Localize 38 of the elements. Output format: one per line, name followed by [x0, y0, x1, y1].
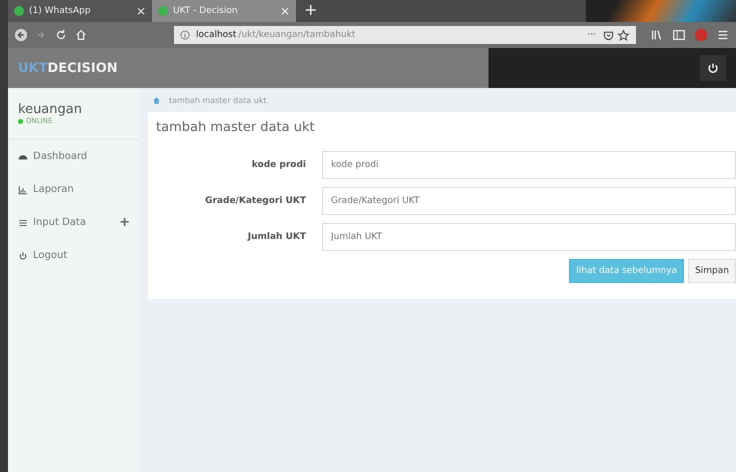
reload-icon[interactable] — [54, 28, 68, 42]
browser-tab[interactable]: (1) WhatsApp × — [8, 0, 152, 22]
close-tab-button[interactable]: × — [280, 4, 290, 18]
new-tab-button[interactable]: + — [296, 0, 326, 22]
library-icon[interactable] — [650, 28, 664, 42]
power-icon[interactable] — [700, 55, 726, 81]
address-bar[interactable]: localhost /ukt/keuangan/tambahukt ··· — [174, 26, 636, 44]
save-button[interactable]: Simpan — [688, 259, 736, 283]
favicon-icon — [158, 6, 168, 16]
power-icon — [18, 250, 28, 260]
field-label: Grade/Kategori UKT — [204, 196, 306, 206]
back-icon[interactable] — [14, 28, 28, 42]
input-field[interactable]: Grade/Kategori UKT — [322, 187, 736, 215]
sidebar-item[interactable]: Dashboard — [8, 140, 140, 173]
pocket-icon[interactable] — [602, 28, 615, 42]
brand-logo[interactable]: UKTDECISION — [18, 60, 118, 76]
expand-icon: + — [119, 215, 130, 230]
input-field[interactable]: kode prodi — [322, 151, 736, 179]
field-label: kode prodi — [250, 160, 306, 170]
user-name: keuangan — [18, 102, 83, 117]
close-tab-button[interactable]: × — [136, 4, 146, 18]
sidebar-item[interactable]: Laporan — [8, 173, 140, 206]
sidebar-icon[interactable] — [672, 28, 686, 42]
form-title: tambah master data ukt — [156, 120, 316, 135]
sidebar-item[interactable]: Input Data + — [8, 206, 140, 239]
browser-tab[interactable]: UKT - Decision × — [152, 0, 296, 22]
page-actions-button[interactable]: ··· — [587, 30, 596, 40]
home-icon[interactable] — [74, 28, 88, 42]
info-icon — [180, 30, 190, 40]
breadcrumb-item: tambah master data ukt — [169, 96, 267, 104]
sidebar-item[interactable]: Logout — [8, 239, 140, 272]
field-label: Jumlah UKT — [246, 232, 306, 242]
favicon-icon — [14, 6, 24, 16]
home-icon[interactable] — [152, 96, 161, 104]
star-icon[interactable] — [617, 28, 630, 42]
bar-chart-icon — [18, 184, 28, 194]
list-icon — [18, 218, 28, 228]
menu-icon[interactable] — [716, 28, 730, 42]
